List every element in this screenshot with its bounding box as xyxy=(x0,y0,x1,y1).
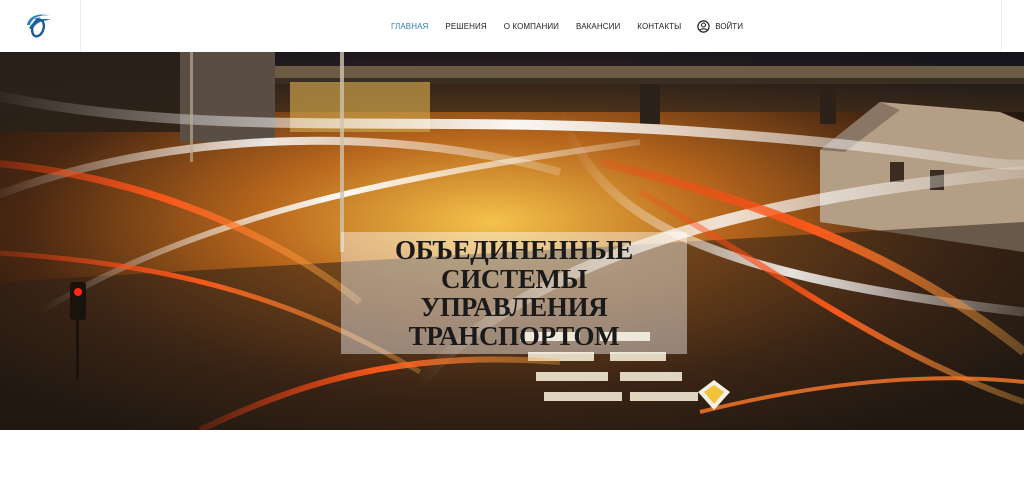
logo-link[interactable] xyxy=(0,0,81,52)
login-button[interactable]: Войти xyxy=(697,19,743,33)
nav-item-home[interactable]: Главная xyxy=(391,22,428,31)
nav-item-vacancies[interactable]: Вакансии xyxy=(576,22,620,31)
nav-item-about[interactable]: О компании xyxy=(504,22,559,31)
login-label: Войти xyxy=(715,21,743,31)
hero-title-line: управления xyxy=(420,292,608,322)
hero-banner: Объединенные системы управления транспор… xyxy=(0,52,1024,430)
main-nav: Главная Решения О компании Вакансии Конт… xyxy=(391,0,743,52)
hero-title-line: системы xyxy=(441,263,587,294)
content-area xyxy=(0,430,1024,494)
hero-title-box: Объединенные системы управления транспор… xyxy=(341,232,687,354)
site-header: Главная Решения О компании Вакансии Конт… xyxy=(0,0,1024,52)
company-logo-icon xyxy=(27,14,51,38)
nav-item-solutions[interactable]: Решения xyxy=(445,22,486,31)
hero-title: Объединенные системы управления транспор… xyxy=(395,236,633,350)
user-circle-icon xyxy=(697,19,710,33)
nav-item-contacts[interactable]: Контакты xyxy=(637,22,681,31)
hero-title-line: транспортом xyxy=(408,320,620,351)
hero-title-line: Объединенные xyxy=(394,235,633,265)
header-divider xyxy=(1001,0,1002,52)
